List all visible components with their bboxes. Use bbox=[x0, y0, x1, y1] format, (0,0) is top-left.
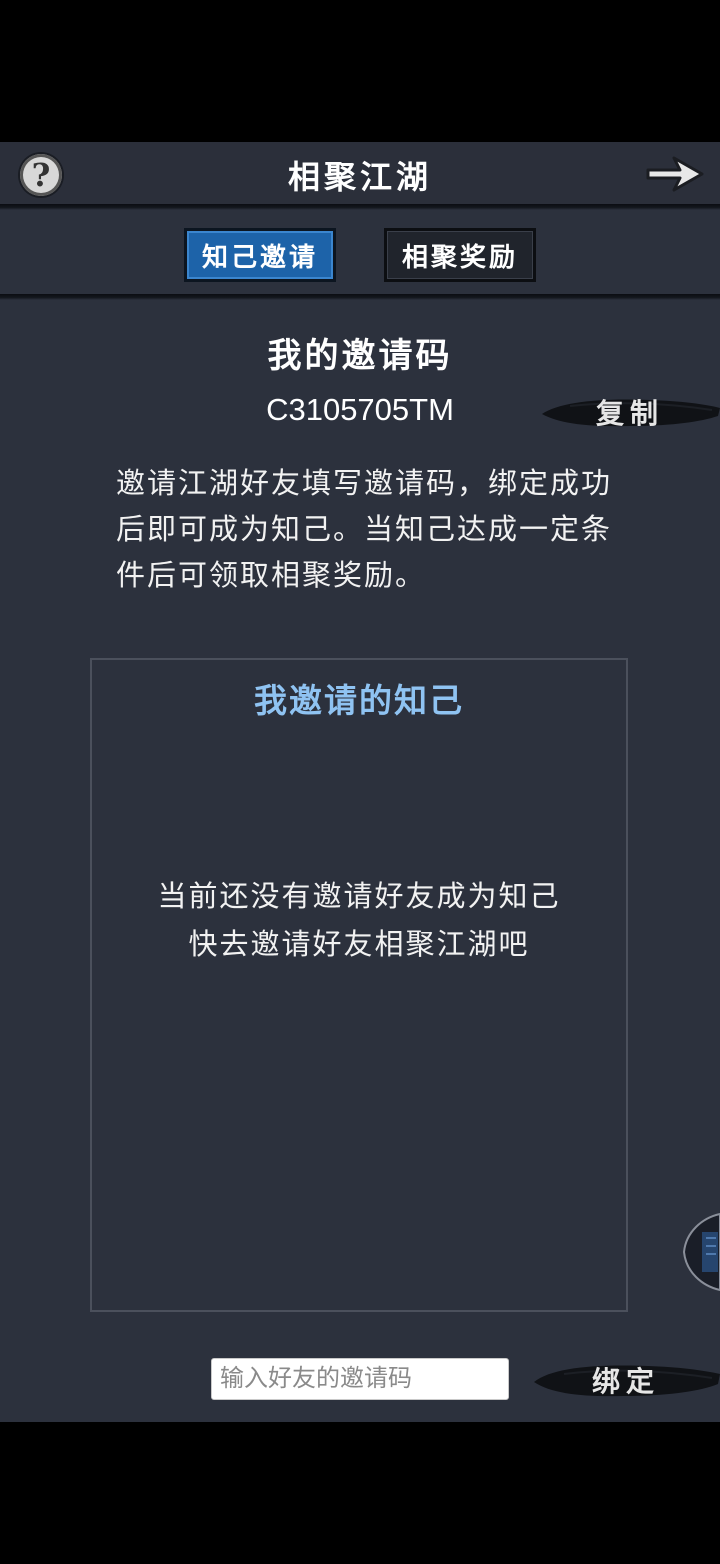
tab-gathering-reward[interactable]: 相聚奖励 bbox=[384, 228, 536, 282]
copy-button-label: 复制 bbox=[595, 397, 664, 430]
bind-button-label: 绑定 bbox=[591, 1365, 660, 1398]
arrow-right-icon bbox=[646, 156, 704, 192]
invited-friends-title: 我邀请的知己 bbox=[254, 681, 464, 720]
header-bar: ? 相聚江湖 bbox=[0, 142, 720, 208]
invite-screen: ? 相聚江湖 知己邀请 相聚奖励 我的邀请码 C3105705TM 复制 邀请江… bbox=[0, 142, 720, 1422]
invite-code-heading: 我的邀请码 bbox=[267, 336, 453, 376]
empty-state-line-2: 快去邀请好友相聚江湖吧 bbox=[188, 927, 530, 961]
page-title: 相聚江湖 bbox=[287, 158, 432, 196]
bind-button[interactable]: 绑定 bbox=[532, 1356, 720, 1404]
empty-state-line-1: 当前还没有邀请好友成为知己 bbox=[157, 879, 561, 913]
invited-friends-panel: 我邀请的知己 当前还没有邀请好友成为知己 快去邀请好友相聚江湖吧 bbox=[90, 658, 628, 1312]
side-scroll-ornament bbox=[682, 1212, 720, 1292]
next-button[interactable] bbox=[644, 152, 706, 196]
invite-description: 邀请江湖好友填写邀请码，绑定成功后即可成为知己。当知己达成一定条件后可领取相聚奖… bbox=[116, 466, 613, 592]
header-divider bbox=[0, 204, 720, 210]
tab-friend-invite[interactable]: 知己邀请 bbox=[184, 228, 336, 282]
copy-button[interactable]: 复制 bbox=[540, 390, 720, 434]
friend-invite-code-input[interactable] bbox=[211, 1358, 509, 1400]
empty-state-message: 当前还没有邀请好友成为知己 快去邀请好友相聚江湖吧 bbox=[92, 872, 626, 968]
tabs-divider bbox=[0, 294, 720, 300]
